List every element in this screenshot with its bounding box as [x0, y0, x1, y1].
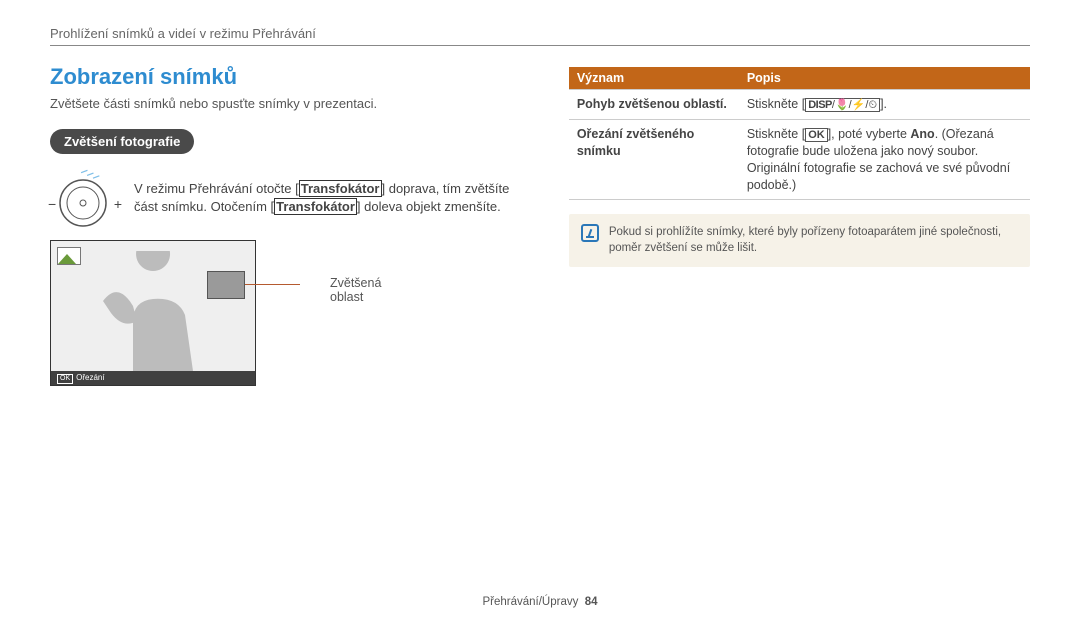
header-meaning: Význam — [569, 67, 739, 90]
callout-line — [245, 284, 300, 285]
subsection-pill: Zvětšení fotografie — [50, 129, 194, 154]
thumbnail-icon — [57, 247, 81, 265]
macro-icon: 🌷 — [835, 99, 849, 111]
crop-overlay — [207, 271, 245, 299]
minus-icon: − — [48, 196, 56, 212]
zoom-instruction-row: ⸝⸝⸝ − + V režimu Přehrávání otočte [Tran… — [50, 168, 531, 228]
plus-icon: + — [114, 196, 122, 212]
table-row: Pohyb zvětšenou oblastí. Stiskněte [DISP… — [569, 90, 1030, 120]
note-icon — [581, 224, 599, 242]
timer-icon: ⏲ — [868, 99, 877, 111]
ok-icon: OK — [57, 374, 73, 384]
table-header-row: Význam Popis — [569, 67, 1030, 90]
right-column: Význam Popis Pohyb zvětšenou oblastí. St… — [569, 64, 1030, 386]
screen-footer-bar: OKOřezání — [51, 371, 255, 385]
row2-desc: Stiskněte [OK], poté vyberte Ano. (Ořeza… — [739, 119, 1030, 200]
camera-screen: OKOřezání — [50, 240, 256, 386]
zoom-instruction-text: V režimu Přehrávání otočte [Transfokátor… — [134, 168, 531, 216]
table-row: Ořezání zvětšeného snímku Stiskněte [OK]… — [569, 119, 1030, 200]
preview-area: OKOřezání Zvětšená oblast — [50, 240, 384, 386]
row1-desc: Stiskněte [DISP/🌷/⚡/⏲]. — [739, 90, 1030, 120]
dial-illustration: ⸝⸝⸝ − + — [50, 168, 120, 228]
content-columns: Zobrazení snímků Zvětšete části snímků n… — [50, 64, 1030, 386]
page-footer: Přehrávání/Úpravy 84 — [0, 596, 1080, 608]
note-box: Pokud si prohlížíte snímky, které byly p… — [569, 214, 1030, 266]
info-table: Význam Popis Pohyb zvětšenou oblastí. St… — [569, 67, 1030, 200]
left-column: Zobrazení snímků Zvětšete části snímků n… — [50, 64, 531, 386]
divider — [50, 45, 1030, 46]
flash-icon: ⚡ — [852, 99, 866, 111]
dial-icon — [58, 178, 108, 228]
intro-text: Zvětšete části snímků nebo spusťte snímk… — [50, 96, 531, 111]
note-text: Pokud si prohlížíte snímky, které byly p… — [609, 224, 1018, 256]
callout-label: Zvětšená oblast — [330, 276, 384, 304]
header-description: Popis — [739, 67, 1030, 90]
row1-label: Pohyb zvětšenou oblastí. — [569, 90, 739, 120]
page-title: Zobrazení snímků — [50, 64, 531, 90]
breadcrumb: Prohlížení snímků a videí v režimu Přehr… — [50, 26, 1030, 41]
silhouette-icon — [93, 251, 223, 371]
row2-label: Ořezání zvětšeného snímku — [569, 119, 739, 200]
